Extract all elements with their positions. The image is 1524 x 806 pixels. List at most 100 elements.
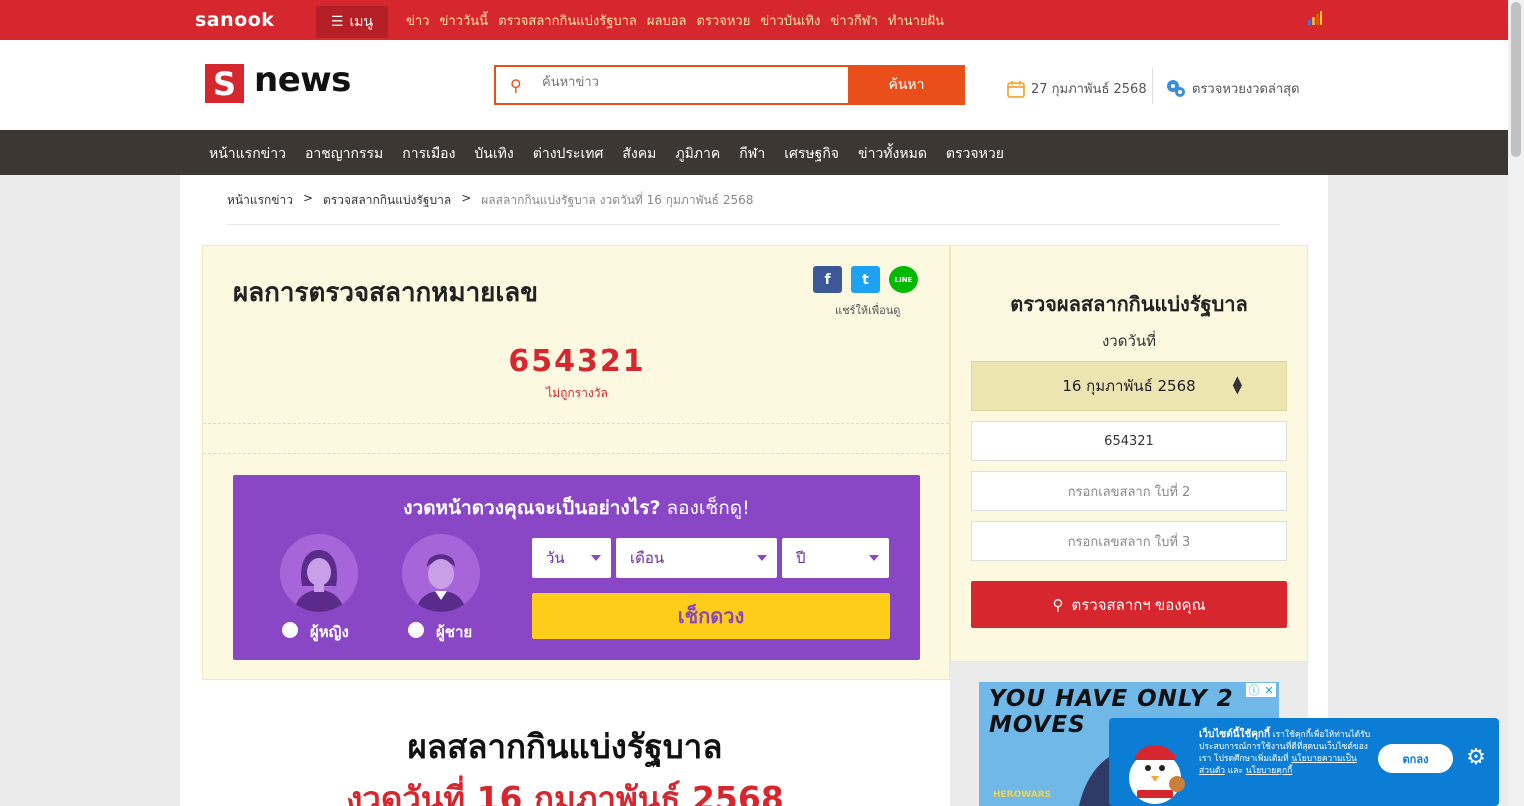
cookie-message: เว็บไซต์นี้ใช้คุกกี้ เราใช้คุกกี้เพื่อให… [1199,729,1371,777]
search-button[interactable]: ค้นหา [848,65,965,105]
horoscope-box: งวดหน้าดวงคุณจะเป็นอย่างไร? ลองเช็กดู! ผ… [233,475,920,660]
divider [203,423,949,424]
main-nav: หน้าแรกข่าว อาชญากรรม การเมือง บันเทิง ต… [0,130,1508,175]
news-logo-word[interactable]: news [254,60,351,100]
current-date: 27 กุมภาพันธ์ 2568 [1007,78,1147,99]
gear-icon[interactable]: ⚙ [1464,746,1488,770]
nav-item-lotto[interactable]: ตรวจหวย [946,143,1004,165]
sidebar-title: ตรวจผลสลากกินแบ่งรัฐบาล [1010,292,1248,316]
ticket-input-3[interactable]: กรอกเลขสลาก ใบที่ 3 [971,521,1287,561]
breadcrumb-separator: > [302,191,314,205]
male-label: ผู้ชาย [436,623,473,641]
scrollbar-thumb[interactable] [1511,2,1521,157]
nav-item-region[interactable]: ภูมิภาค [675,143,720,165]
draw-date-select[interactable]: 16 กุมภาพันธ์ 2568 ▲ ▼ [971,361,1287,411]
top-link[interactable]: ตรวจสลากกินแบ่งรัฐบาล [498,10,637,31]
check-ticket-button[interactable]: ⚲ ตรวจสลากฯ ของคุณ [971,581,1287,628]
news-logo-mark[interactable]: S [205,64,244,103]
top-link[interactable]: ข่าว [406,10,430,31]
article-subheadline: งวดวันที่ 16 กุมภาพันธ์ 2568 [346,779,784,806]
breadcrumb-current: ผลสลากกินแบ่งรัฐบาล งวดวันที่ 16 กุมภาพั… [481,193,754,207]
site-header: S news ⚲ ค้นหา 27 กุมภาพันธ์ 2568 ตรวจหว… [0,40,1508,130]
top-link[interactable]: ผลบอล [647,10,687,31]
divider [227,224,1280,225]
cookie-title: เว็บไซต์นี้ใช้คุกกี้ [1199,729,1270,740]
divider [203,453,949,454]
day-select-label: วัน [546,549,565,567]
nav-item-economy[interactable]: เศรษฐกิจ [784,143,839,165]
horoscope-title-bold: งวดหน้าดวงคุณจะเป็นอย่างไร? [403,497,661,519]
lotto-balls-icon [1167,79,1185,97]
ad-close-icon[interactable]: ⓘ ✕ [1246,683,1276,697]
nav-item-politics[interactable]: การเมือง [402,143,455,165]
nav-item-entertainment[interactable]: บันเทิง [474,143,513,165]
search-icon: ⚲ [510,76,522,95]
ticket-input-2[interactable]: กรอกเลขสลาก ใบที่ 2 [971,471,1287,511]
top-link[interactable]: ข่าวกีฬา [830,10,878,31]
nav-item-all-news[interactable]: ข่าวทั้งหมด [858,143,927,165]
top-link[interactable]: ข่าววันนี้ [440,10,489,31]
nav-item-sport[interactable]: กีฬา [739,143,765,165]
article-headline: ผลสลากกินแบ่งรัฐบาล [407,727,723,766]
facebook-share-icon[interactable]: f [813,266,842,293]
breadcrumb-separator: > [461,191,472,205]
menu-button[interactable]: ☰ เมนู [316,6,388,38]
cookie-accept-button[interactable]: ตกลง [1378,744,1453,773]
female-radio[interactable] [282,622,298,638]
horoscope-title-rest: ลองเช็กดู! [660,497,750,519]
ticket-input-1[interactable]: 654321 [971,421,1287,461]
network-bars-icon[interactable] [1307,10,1323,26]
day-select[interactable]: วัน [532,538,611,578]
caret-down-icon [869,555,879,561]
header-divider [1152,68,1153,104]
top-link[interactable]: ทำนายฝัน [888,10,944,31]
nav-item-society[interactable]: สังคม [622,143,656,165]
month-select-label: เดือน [630,549,665,567]
female-avatar-icon[interactable] [280,534,358,612]
year-select-label: ปี [796,549,806,567]
top-bar: sanook ☰ เมนู ข่าว ข่าววันนี้ ตรวจสลากกิ… [0,0,1508,40]
caret-down-icon [757,555,767,561]
lottery-number: 654321 [508,344,646,379]
top-link[interactable]: ข่าวบันเทิง [760,10,820,31]
check-ticket-label: ตรวจสลากฯ ของคุณ [1071,596,1206,614]
line-share-icon[interactable]: LINE [889,266,918,293]
month-select[interactable]: เดือน [616,538,777,578]
male-radio[interactable] [408,622,424,638]
breadcrumb-item[interactable]: ตรวจสลากกินแบ่งรัฐบาล [323,191,451,210]
cookie-and: และ [1225,766,1246,776]
search-input[interactable] [542,75,832,90]
scrollbar[interactable] [1508,0,1524,806]
ad-brand: HEROWARS [993,790,1052,800]
latest-lotto-link[interactable]: ตรวจหวยงวดล่าสุด [1166,78,1300,99]
sort-updown-icon: ▲ ▼ [1232,373,1242,396]
latest-lotto-label: ตรวจหวยงวดล่าสุด [1192,82,1300,97]
mascot-icon [1129,745,1185,804]
breadcrumb-item[interactable]: หน้าแรกข่าว [227,191,293,210]
sidebar-subtitle: งวดวันที่ [1101,332,1157,350]
male-avatar-icon[interactable] [402,534,480,612]
search-icon: ⚲ [1052,596,1064,614]
hamburger-icon: ☰ [330,14,344,30]
nav-item-home[interactable]: หน้าแรกข่าว [209,143,286,165]
calendar-icon [1007,80,1025,98]
horoscope-title: งวดหน้าดวงคุณจะเป็นอย่างไร? ลองเช็กดู! [233,493,920,523]
breadcrumb: หน้าแรกข่าว > ตรวจสลากกินแบ่งรัฐบาล > ผล… [227,191,753,210]
draw-date-value: 16 กุมภาพันธ์ 2568 [1062,377,1196,395]
top-link[interactable]: ตรวจหวย [697,10,751,31]
twitter-share-icon[interactable]: t [851,266,880,293]
top-links: ข่าว ข่าววันนี้ ตรวจสลากกินแบ่งรัฐบาล ผล… [406,10,944,31]
lotto-check-sidebar: ตรวจผลสลากกินแบ่งรัฐบาล งวดวันที่ 16 กุม… [950,245,1308,662]
female-label: ผู้หญิง [310,623,349,641]
ad-info-icon[interactable]: ⓘ [1248,682,1259,698]
year-select[interactable]: ปี [782,538,889,578]
nav-item-crime[interactable]: อาชญากรรม [305,143,383,165]
nav-item-world[interactable]: ต่างประเทศ [533,143,604,165]
sanook-logo[interactable]: sanook [195,9,274,31]
date-text: 27 กุมภาพันธ์ 2568 [1031,82,1147,97]
close-icon[interactable]: ✕ [1264,684,1273,697]
menu-label: เมนู [349,14,374,30]
search-box: ⚲ [494,65,848,105]
cookie-policy-link[interactable]: นโยบายคุกกี้ [1246,766,1292,776]
check-horoscope-button[interactable]: เช็กดวง [532,593,890,639]
